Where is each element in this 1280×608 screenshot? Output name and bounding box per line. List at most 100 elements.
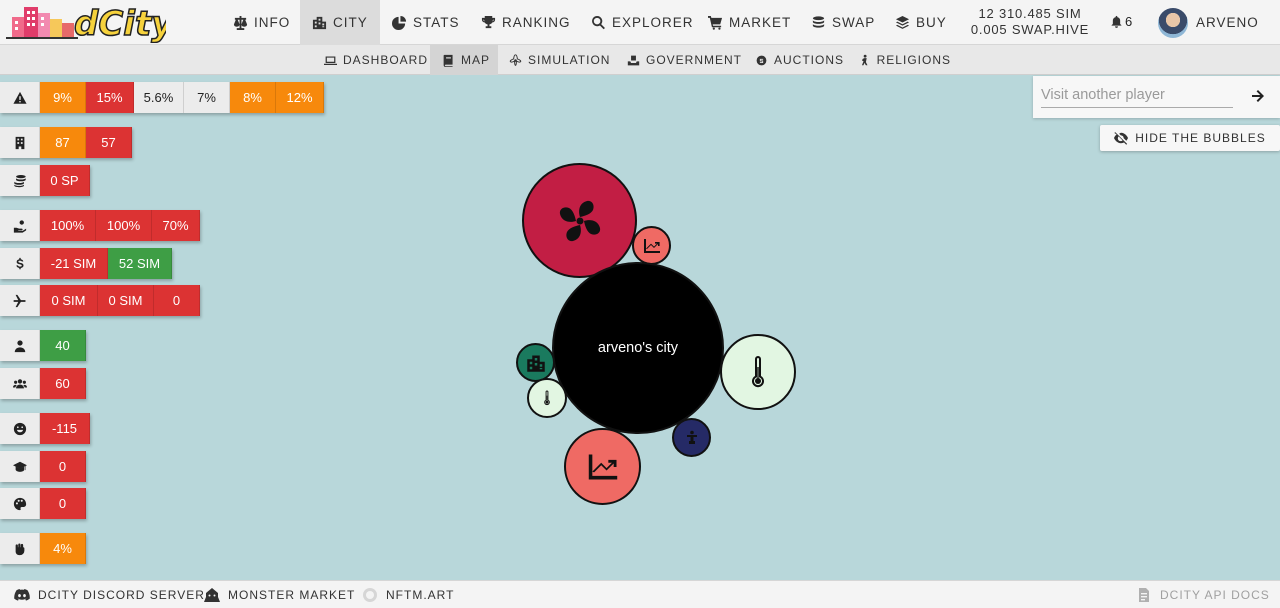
revolt-value[interactable]: 4%: [40, 533, 86, 564]
subnav-dashboard[interactable]: DASHBOARD: [314, 45, 430, 75]
dollar-icon: [15, 257, 23, 269]
arrow-right-icon[interactable]: [1250, 88, 1266, 104]
nav-buy-label: BUY: [916, 15, 947, 30]
bubble-buildings[interactable]: [516, 343, 555, 382]
nav-buy[interactable]: BUY: [884, 0, 954, 45]
subnav-simulation-label: SIMULATION: [528, 53, 611, 67]
stat-culture: 0: [0, 488, 86, 519]
dcity-logo[interactable]: dCity: [6, 3, 166, 43]
workers-value[interactable]: 60: [40, 368, 86, 399]
nav-ranking-label: RANKING: [502, 15, 571, 30]
discord-icon: [14, 589, 30, 601]
nav-info-label: INFO: [254, 15, 291, 30]
sp-value[interactable]: 0 SP: [40, 165, 90, 196]
city-bubble[interactable]: arveno's city: [552, 262, 724, 434]
nav-explorer-label: EXPLORER: [612, 15, 694, 30]
hide-bubbles-button[interactable]: HIDE THE BUBBLES: [1100, 125, 1280, 151]
footer-monster-market-link[interactable]: MONSTER MARKET: [204, 581, 355, 608]
stat-happiness: -115: [0, 413, 90, 444]
top-navigation: dCity INFO CITY STATS RANKING EXPLORER M…: [0, 0, 1280, 45]
wallet-balance[interactable]: 12 310.485 SIM 0.005 SWAP.HIVE: [960, 6, 1100, 38]
risk-value[interactable]: 15%: [86, 82, 134, 113]
thermometer-icon: [544, 390, 550, 406]
subnav-auctions-label: AUCTIONS: [774, 53, 845, 67]
nav-stats[interactable]: STATS: [380, 0, 470, 45]
nav-city[interactable]: CITY: [300, 0, 380, 45]
username[interactable]: ARVENO: [1196, 15, 1259, 30]
risk-value[interactable]: 9%: [40, 82, 86, 113]
notification-count: 6: [1125, 14, 1133, 29]
subnav-map-label: MAP: [461, 53, 491, 67]
subnav-auctions[interactable]: AUCTIONS: [744, 45, 847, 75]
nav-explorer[interactable]: EXPLORER: [580, 0, 697, 45]
education-value[interactable]: 0: [40, 451, 86, 482]
money-income[interactable]: 52 SIM: [108, 248, 172, 279]
users-icon: [12, 378, 27, 388]
subnav-religions[interactable]: RELIGIONS: [847, 45, 951, 75]
money-expense[interactable]: -21 SIM: [40, 248, 108, 279]
notifications[interactable]: 6: [1110, 14, 1132, 29]
income-rate[interactable]: 100%: [40, 210, 96, 241]
city-icon: [526, 355, 545, 372]
stat-workers: 60: [0, 368, 86, 399]
footer-api-docs-link[interactable]: DCITY API DOCS: [1136, 581, 1270, 608]
risk-value[interactable]: 5.6%: [134, 82, 184, 113]
city-name: arveno's city: [597, 340, 679, 356]
footer-nftm-link[interactable]: NFTM.ART: [362, 581, 454, 608]
bubble-energy[interactable]: [522, 163, 637, 278]
happiness-value[interactable]: -115: [40, 413, 90, 444]
tourism-value[interactable]: 0 SIM: [40, 285, 98, 316]
nftm-icon: [363, 588, 377, 602]
nav-swap[interactable]: SWAP: [800, 0, 884, 45]
bubble-temperature-small[interactable]: [527, 378, 567, 418]
footer-discord-link[interactable]: DCITY DISCORD SERVER: [14, 581, 205, 608]
stat-income: 100% 100% 70%: [0, 210, 200, 241]
risk-value[interactable]: 12%: [276, 82, 324, 113]
bubble-trend-small[interactable]: [632, 226, 671, 265]
subnav-simulation[interactable]: SIMULATION: [498, 45, 616, 75]
smile-icon: [13, 422, 26, 435]
population-value[interactable]: 40: [40, 330, 86, 361]
subnav-religions-label: RELIGIONS: [876, 53, 951, 67]
laptop-icon: [324, 55, 337, 65]
buildings-value[interactable]: 57: [86, 127, 132, 158]
bubble-temperature-large[interactable]: [720, 334, 796, 410]
monster-icon: [204, 588, 220, 602]
eye-slash-icon: [1114, 132, 1129, 145]
income-rate[interactable]: 70%: [152, 210, 200, 241]
subnav-map[interactable]: MAP: [430, 45, 498, 75]
risk-value[interactable]: 7%: [184, 82, 230, 113]
footer: DCITY DISCORD SERVER MONSTER MARKET NFTM…: [0, 580, 1280, 608]
plane-icon: [12, 294, 26, 307]
stat-revolt: 4%: [0, 533, 86, 564]
tourism-value[interactable]: 0 SIM: [98, 285, 154, 316]
tourism-value[interactable]: 0: [154, 285, 200, 316]
income-rate[interactable]: 100%: [96, 210, 152, 241]
risk-value[interactable]: 8%: [230, 82, 276, 113]
bubble-religion[interactable]: [672, 418, 711, 457]
bubble-trend-large[interactable]: [564, 428, 641, 505]
visit-player-input[interactable]: [1041, 82, 1233, 108]
nav-stats-label: STATS: [413, 15, 460, 30]
nav-ranking[interactable]: RANKING: [470, 0, 580, 45]
document-icon: [1139, 588, 1149, 602]
city-sub-navigation: DASHBOARD MAP SIMULATION GOVERNMENT AUCT…: [0, 45, 1280, 75]
fist-icon: [15, 542, 24, 555]
subnav-government[interactable]: GOVERNMENT: [616, 45, 744, 75]
book-icon: [443, 54, 453, 67]
nav-market-label: MARKET: [729, 15, 792, 30]
pie-chart-icon: [392, 15, 407, 30]
nav-market[interactable]: MARKET: [697, 0, 800, 45]
nav-info[interactable]: INFO: [222, 0, 300, 45]
atom-icon: [509, 53, 522, 66]
layers-icon: [895, 15, 910, 29]
nav-swap-label: SWAP: [832, 15, 876, 30]
city-icon: [312, 16, 327, 30]
svg-text:dCity: dCity: [74, 4, 166, 43]
user-avatar[interactable]: [1158, 8, 1188, 38]
search-icon: [592, 15, 605, 30]
footer-discord-label: DCITY DISCORD SERVER: [38, 588, 205, 602]
buildings-value[interactable]: 87: [40, 127, 86, 158]
trophy-icon: [481, 15, 496, 29]
culture-value[interactable]: 0: [40, 488, 86, 519]
